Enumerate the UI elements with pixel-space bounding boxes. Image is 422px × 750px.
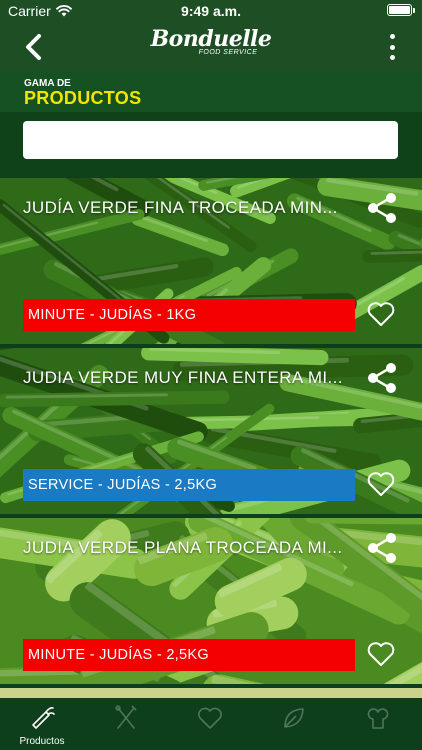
leaf-icon	[284, 708, 304, 728]
share-button[interactable]	[364, 530, 400, 566]
favorite-button[interactable]	[366, 470, 396, 498]
product-title: JUDIA VERDE MUY FINA ENTERA MI...	[23, 368, 343, 387]
bonduelle-logo: Bonduelle FOOD SERVICE	[0, 26, 422, 56]
app-header: Bonduelle FOOD SERVICE	[0, 22, 422, 72]
tab-temporada[interactable]	[252, 704, 336, 750]
tab-bar: Productos	[0, 698, 422, 750]
heart-outline-icon	[367, 642, 395, 666]
tab-label: Productos	[19, 736, 65, 747]
dot	[389, 55, 395, 60]
product-tag: SERVICE - JUDÍAS - 2,5KG	[23, 469, 355, 501]
product-title: JUDIA VERDE PLANA TROCEADA MI...	[23, 538, 343, 557]
share-button[interactable]	[364, 360, 400, 396]
status-time: 9:49 a.m.	[181, 3, 241, 19]
search-area	[0, 112, 422, 178]
status-bar: Carrier 9:49 a.m.	[0, 0, 422, 22]
share-button[interactable]	[364, 190, 400, 226]
heart-outline-icon	[367, 302, 395, 326]
battery-icon	[387, 4, 415, 16]
product-card[interactable]: JUDÍA VERDE FINA TROCEADA MIN... MINUTE -…	[0, 178, 422, 344]
section-heading: PRODUCTOS	[24, 88, 142, 108]
section-title: GAMA DE PRODUCTOS	[0, 72, 422, 112]
search-input[interactable]	[23, 121, 398, 159]
tab-productos[interactable]: Productos	[0, 704, 84, 750]
chef-icon	[367, 708, 389, 729]
favorite-button[interactable]	[366, 300, 396, 328]
dot	[389, 34, 395, 39]
heart-icon	[198, 707, 222, 729]
tab-chef[interactable]	[336, 704, 420, 750]
product-title: JUDÍA VERDE FINA TROCEADA MIN...	[23, 198, 338, 217]
heart-outline-icon	[367, 472, 395, 496]
share-icon	[368, 193, 396, 223]
tab-recetas[interactable]	[84, 704, 168, 750]
product-card[interactable]: JUDIA VERDE PLANA TROCEADA MI... MINUTE -…	[0, 518, 422, 684]
more-vertical-button[interactable]	[388, 34, 396, 60]
dot	[389, 44, 395, 50]
product-tag: MINUTE - JUDÍAS - 1KG	[23, 299, 355, 331]
product-card[interactable]: JUDIA VERDE MUY FINA ENTERA MI... SERVICE…	[0, 348, 422, 514]
carrot-icon	[32, 707, 55, 729]
logo-sub: FOOD SERVICE	[198, 49, 258, 56]
favorite-button[interactable]	[366, 640, 396, 668]
share-icon	[368, 533, 396, 563]
utensils-icon	[115, 705, 137, 729]
tab-favoritos[interactable]	[168, 704, 252, 750]
product-tag: MINUTE - JUDÍAS - 2,5KG	[23, 639, 355, 671]
share-icon	[368, 363, 396, 393]
